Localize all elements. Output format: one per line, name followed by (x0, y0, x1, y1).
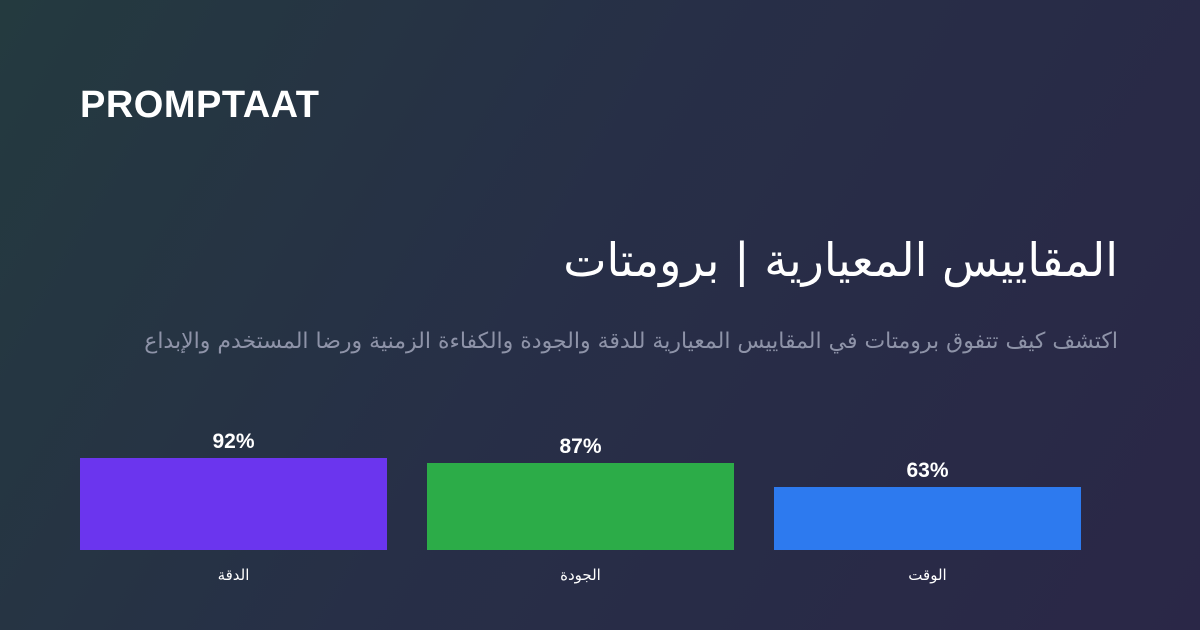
bar-value-label: 92% (212, 430, 254, 453)
benchmark-bar-chart: 92% الدقة 87% الجودة 63% الوقت (80, 430, 1081, 584)
bar-value-label: 87% (559, 435, 601, 458)
bar-category-label: الدقة (218, 566, 250, 584)
bars-group: 92% الدقة 87% الجودة 63% الوقت (80, 430, 1081, 584)
bar-category-label: الجودة (560, 566, 601, 584)
bar-category-label: الوقت (908, 566, 946, 584)
bar-3 (774, 487, 1081, 550)
bar-2 (427, 463, 734, 550)
bar-value-label: 63% (906, 459, 948, 482)
bar-1 (80, 458, 387, 550)
